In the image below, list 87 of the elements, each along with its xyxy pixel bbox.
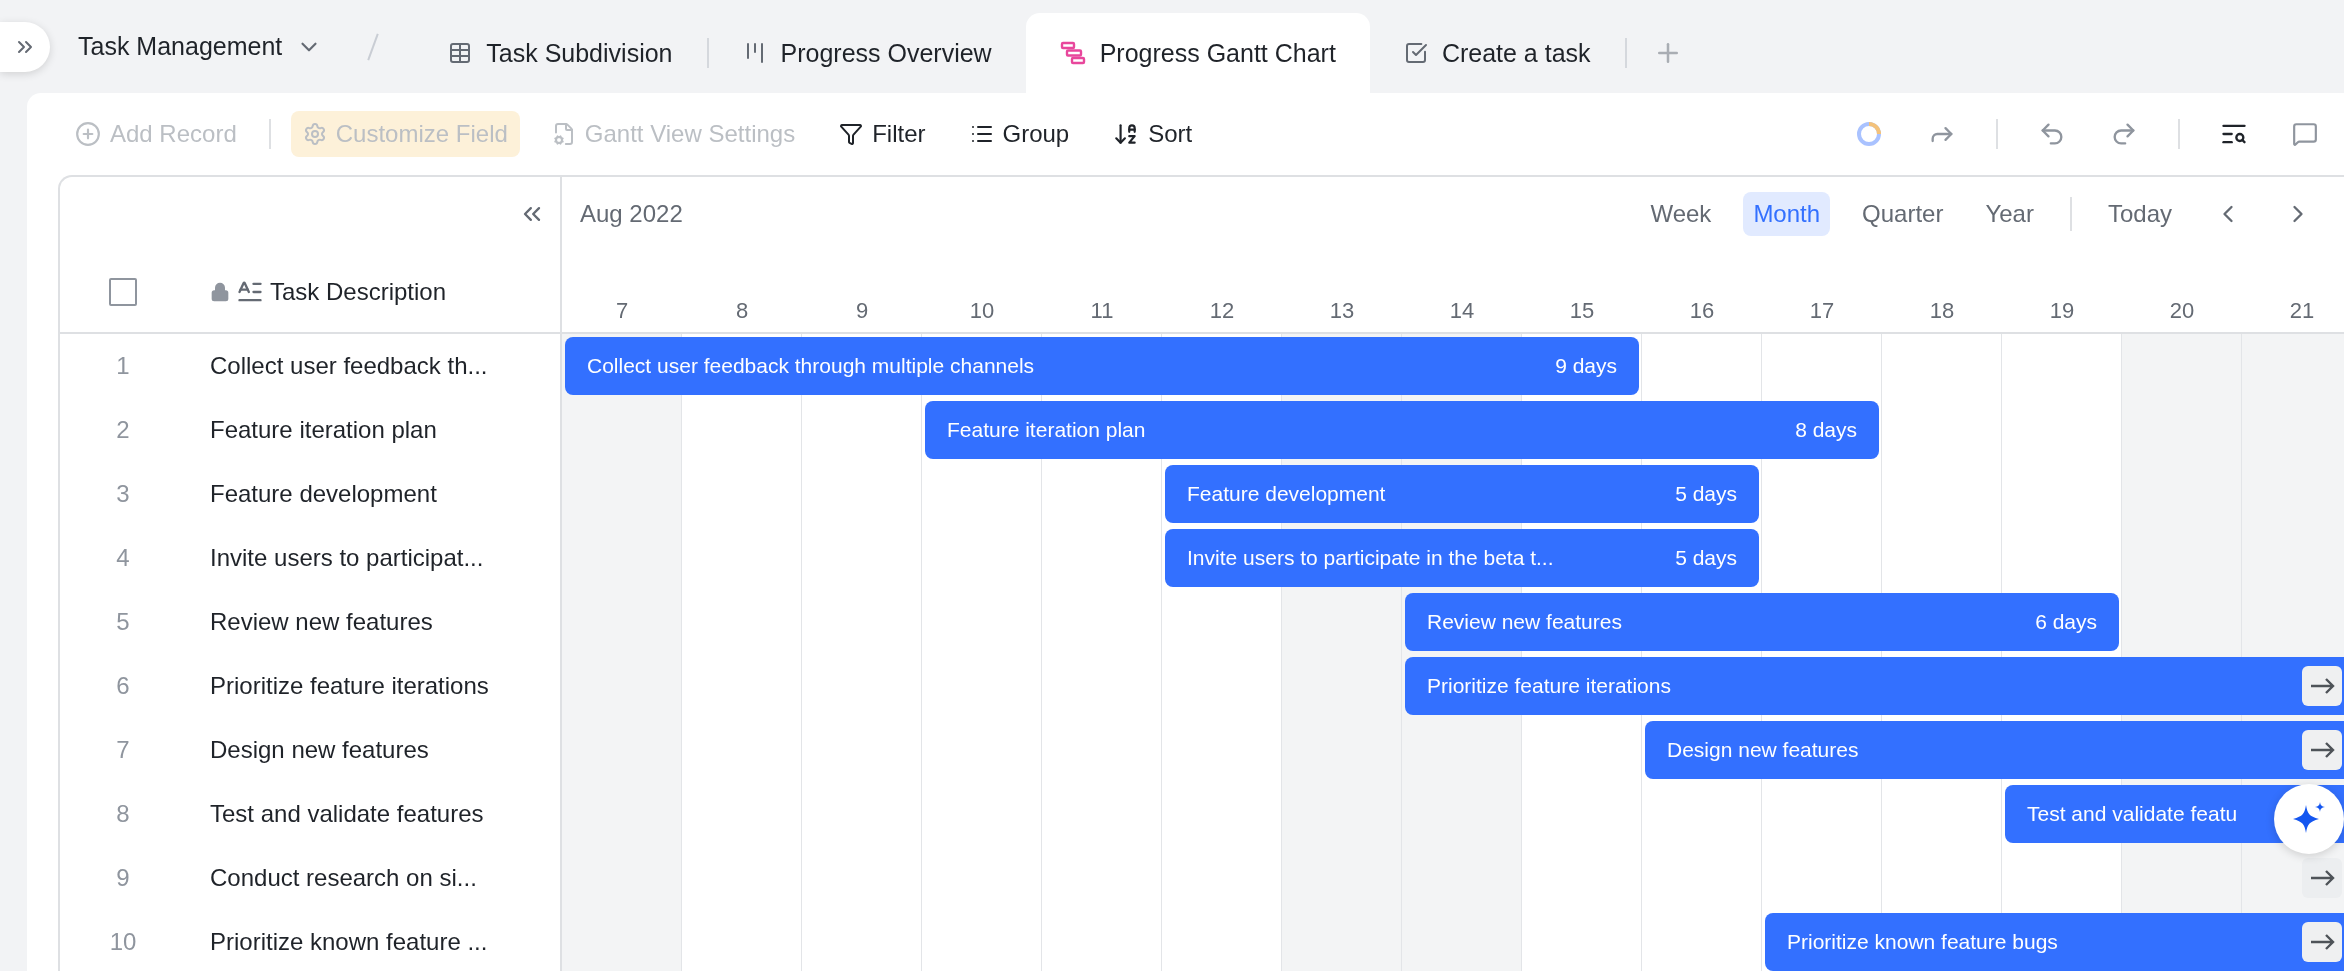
table-cell-text: Invite users to participat... — [209, 544, 484, 572]
toolbar-button[interactable]: Sort — [1101, 111, 1205, 157]
day-label: 20 — [2169, 298, 2195, 324]
bar-label: Feature iteration plan — [947, 418, 1146, 441]
view-tab[interactable]: Progress Overview — [708, 13, 1026, 93]
duration-label: 5 days — [1675, 546, 1737, 569]
row-number: 9 — [116, 864, 130, 892]
day-label: 14 — [1449, 298, 1475, 324]
duration-label: 9 days — [1555, 354, 1617, 377]
view-tab[interactable]: Create a task — [1369, 13, 1625, 93]
scroll-to-bar-button[interactable] — [2302, 858, 2342, 898]
view-tab[interactable]: Progress Gantt Chart — [1025, 13, 1370, 93]
table-cell-text: Collect user feedback th... — [209, 352, 488, 380]
day-label: 7 — [615, 298, 629, 324]
add-icon — [75, 121, 101, 147]
table-cell-text: Prioritize known feature ... — [209, 928, 488, 956]
row-number: 3 — [116, 480, 130, 508]
table-icon — [448, 41, 473, 65]
bar-label: Feature development — [1187, 482, 1386, 505]
day-label: 8 — [735, 298, 749, 324]
toolbar-button[interactable]: Group — [957, 111, 1082, 157]
day-label: 13 — [1329, 298, 1355, 324]
bar-label: Prioritize feature iterations — [1427, 674, 1671, 697]
day-label: 10 — [969, 298, 995, 324]
task-bar[interactable] — [1405, 657, 2344, 715]
row-number: 7 — [116, 736, 130, 764]
row-number: 10 — [109, 928, 137, 956]
duration-label: 8 days — [1795, 418, 1857, 441]
document-gear-icon — [551, 122, 576, 146]
row-number: 8 — [116, 800, 130, 828]
checklist-icon — [1403, 41, 1428, 65]
filter-icon — [839, 122, 864, 146]
view-group-dropdown[interactable]: Task Management — [78, 32, 323, 61]
scroll-to-bar-button[interactable] — [2302, 666, 2342, 706]
column-header: Task Description — [270, 277, 447, 306]
expand-sidebar-button[interactable] — [0, 21, 50, 72]
table-cell-text: Design new features — [209, 736, 429, 764]
task-bar[interactable] — [1645, 721, 2344, 779]
task-bar[interactable] — [1765, 913, 2344, 971]
bar-label: Test and validate featu — [2027, 802, 2238, 825]
row-number: 2 — [116, 416, 130, 444]
task-bar[interactable] — [925, 401, 1879, 459]
task-bar[interactable] — [1165, 465, 1759, 523]
row-number: 1 — [116, 352, 130, 380]
bar-label: Review new features — [1427, 610, 1622, 633]
time-scale-option[interactable]: Week — [1640, 192, 1722, 236]
table-cell-text: Review new features — [209, 608, 433, 636]
toolbar-button[interactable]: Filter — [827, 111, 938, 157]
row-number: 5 — [116, 608, 130, 636]
row-number: 6 — [116, 672, 130, 700]
select-all-checkbox[interactable] — [109, 277, 137, 306]
bar-label: Prioritize known feature bugs — [1787, 930, 2058, 953]
task-bar[interactable] — [1165, 529, 1759, 587]
time-scale-option[interactable]: Quarter — [1852, 192, 1954, 236]
day-label: 11 — [1090, 298, 1114, 324]
day-label: 18 — [1929, 298, 1955, 324]
bar-label: Design new features — [1667, 738, 1859, 761]
table-cell-text: Conduct research on si... — [209, 864, 477, 892]
bar-label: Invite users to participate in the beta t... — [1187, 546, 1554, 569]
task-bar[interactable] — [1405, 593, 2119, 651]
day-label: 12 — [1209, 298, 1235, 324]
view-tab[interactable]: Task Subdivision — [414, 13, 707, 93]
day-label: 19 — [2049, 298, 2075, 324]
day-label: 21 — [2289, 298, 2315, 324]
time-scale-option[interactable]: Month — [1743, 192, 1831, 236]
today-button[interactable]: Today — [2097, 192, 2182, 236]
scroll-to-bar-button[interactable] — [2302, 922, 2342, 962]
table-cell-text: Test and validate features — [209, 800, 484, 828]
table-cell-text: Feature iteration plan — [209, 416, 437, 444]
bar-label: Collect user feedback through multiple channels — [587, 354, 1035, 377]
day-label: 15 — [1569, 298, 1595, 324]
table-cell-text: Prioritize feature iterations — [209, 672, 489, 700]
lock-icon — [210, 281, 230, 302]
time-scale-option[interactable]: Year — [1975, 192, 2044, 236]
gantt-icon — [1059, 41, 1086, 65]
comment-icon — [2292, 121, 2318, 147]
day-label: 9 — [855, 298, 869, 324]
day-label: 16 — [1689, 298, 1715, 324]
duration-label: 5 days — [1675, 482, 1737, 505]
row-number: 4 — [116, 544, 130, 572]
task-bar[interactable] — [565, 337, 1639, 395]
day-label: 17 — [1809, 298, 1835, 324]
duration-label: 6 days — [2035, 610, 2097, 633]
gear-icon — [302, 122, 327, 146]
table-cell-text: Feature development — [209, 480, 437, 508]
scroll-to-bar-button[interactable] — [2302, 730, 2342, 770]
month-label: Aug 2022 — [580, 200, 683, 228]
